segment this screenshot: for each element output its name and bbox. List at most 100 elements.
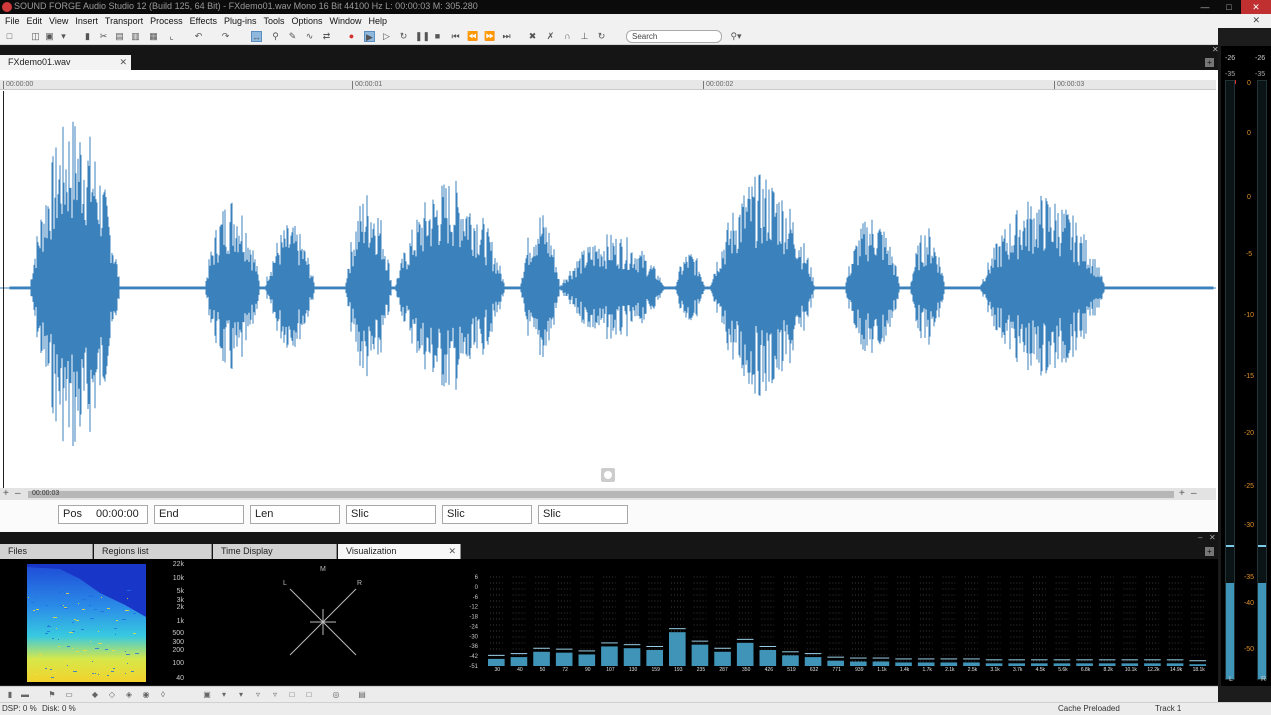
selection-tool-icon[interactable]: ▣	[202, 690, 212, 700]
zoom-fit-icon[interactable]: ◇	[107, 690, 117, 700]
end-field[interactable]: End	[154, 505, 244, 524]
cut-icon[interactable]: ✂	[98, 31, 109, 42]
open-file-icon[interactable]: ◫	[30, 31, 41, 42]
menu-insert[interactable]: Insert	[73, 16, 103, 26]
menu-tools[interactable]: Tools	[261, 16, 289, 26]
menu-options[interactable]: Options	[290, 16, 328, 26]
pause-icon[interactable]: ❚❚	[415, 31, 430, 42]
expand-icon[interactable]: +	[1205, 58, 1214, 67]
region-icon[interactable]: ↻	[596, 31, 607, 42]
close-window-icon[interactable]: ✕	[1241, 0, 1271, 14]
menu-window[interactable]: Window	[328, 16, 367, 26]
event-tool-icon[interactable]: ⇄	[321, 31, 332, 42]
magnet-icon[interactable]: ∩	[562, 31, 573, 42]
length-field[interactable]: Len	[250, 505, 340, 524]
paste-icon[interactable]: ▥	[130, 31, 141, 42]
tab-time-display[interactable]: Time Display	[213, 544, 337, 559]
insert-marker-icon[interactable]: ▮	[5, 690, 15, 700]
region-next-icon[interactable]: ▿	[270, 690, 280, 700]
dock-close-icon[interactable]: ✕	[1209, 533, 1216, 542]
copy-region-icon[interactable]: □	[304, 690, 314, 700]
flag-icon[interactable]: ⚑	[47, 690, 57, 700]
expand-icon[interactable]: +	[1205, 547, 1214, 556]
document-close-icon[interactable]: ✕	[1250, 15, 1265, 26]
loop-icon[interactable]: ↻	[398, 31, 409, 42]
document-tab[interactable]: FXdemo01.wav ✕	[0, 55, 131, 70]
horizontal-scrollbar[interactable]: + – 00:00:03 + –	[0, 488, 1216, 500]
zoom-in-icon[interactable]: +	[3, 488, 9, 500]
go-to-end-icon[interactable]: ⏭	[501, 31, 512, 42]
visualization-panel: 6 0 -6 -12 -18 -24 -30 -36 -42 -51 30 40 50 72 90 107 13…	[0, 559, 1218, 685]
slice-field-3[interactable]: Slic	[538, 505, 628, 524]
cut-region-icon[interactable]: □	[287, 690, 297, 700]
forward-icon[interactable]: ⏩	[484, 31, 495, 42]
marker-prev-icon[interactable]: ▾	[219, 690, 229, 700]
pencil-tool-icon[interactable]: ✎	[287, 31, 298, 42]
analyzer-band-peak	[578, 650, 596, 652]
edit-tool-icon[interactable]: ↔	[251, 31, 262, 42]
play-all-icon[interactable]: ▷	[381, 31, 392, 42]
trim-icon[interactable]: ▮	[82, 31, 93, 42]
snap-icon[interactable]: ✖	[527, 31, 538, 42]
rewind-icon[interactable]: ⏪	[467, 31, 478, 42]
menu-transport[interactable]: Transport	[103, 16, 148, 26]
menu-effects[interactable]: Effects	[188, 16, 222, 26]
maximize-icon[interactable]: □	[1217, 0, 1241, 14]
zoom-handle[interactable]	[601, 468, 615, 482]
redo-icon[interactable]: ↷	[220, 31, 231, 42]
tab-regions-list[interactable]: Regions list	[94, 544, 212, 559]
position-field[interactable]: Pos 00:00:00	[58, 505, 148, 524]
stop-icon[interactable]: ■	[432, 31, 443, 42]
region-prev-icon[interactable]: ▿	[253, 690, 263, 700]
new-file-icon[interactable]: □	[4, 31, 15, 42]
search-input[interactable]: Search	[626, 30, 722, 43]
menu-view[interactable]: View	[47, 16, 73, 26]
zoom-in-time-icon[interactable]: +	[1179, 488, 1185, 500]
save-icon[interactable]: ▣	[44, 31, 55, 42]
menu-help[interactable]: Help	[367, 16, 393, 26]
playback-cursor[interactable]	[3, 91, 4, 489]
menu-process[interactable]: Process	[148, 16, 188, 26]
dock-minimize-icon[interactable]: –	[1198, 533, 1202, 542]
play-icon[interactable]: ▶	[364, 31, 375, 42]
zoom-out-icon[interactable]: –	[15, 488, 21, 500]
zoom-normal-icon[interactable]: ◆	[90, 690, 100, 700]
waveform-view[interactable]	[0, 91, 1216, 489]
marker-icon[interactable]: ⊥	[579, 31, 590, 42]
close-tab-icon[interactable]: ✕	[448, 544, 456, 559]
meter-close-icon[interactable]: ✕	[1212, 45, 1219, 54]
save-dropdown-icon[interactable]: ▾	[58, 31, 69, 42]
split-icon[interactable]: ▭	[64, 690, 74, 700]
zoom-custom-icon[interactable]: ◊	[158, 690, 168, 700]
snap-zero-icon[interactable]: ✗	[545, 31, 556, 42]
close-tab-icon[interactable]: ✕	[119, 55, 127, 70]
zoom-selection-icon[interactable]: ◉	[141, 690, 151, 700]
copy-icon[interactable]: ▤	[114, 31, 125, 42]
magnify-tool-icon[interactable]: ⚲	[270, 31, 281, 42]
time-ruler[interactable]: 00:00:00 00:00:01 00:00:02 00:00:03	[0, 80, 1216, 90]
marker-next-icon[interactable]: ▾	[236, 690, 246, 700]
envelope-tool-icon[interactable]: ∿	[304, 31, 315, 42]
menu-edit[interactable]: Edit	[25, 16, 48, 26]
slice-field-2[interactable]: Slic	[442, 505, 532, 524]
menu-file[interactable]: File	[3, 16, 25, 26]
spectrum-view-icon[interactable]: ▤	[357, 690, 367, 700]
menu-plugins[interactable]: Plug-ins	[222, 16, 262, 26]
go-to-start-icon[interactable]: ⏮	[450, 31, 461, 42]
mix-icon[interactable]: ▦	[148, 31, 159, 42]
zoom-vertical-icon[interactable]: ◈	[124, 690, 134, 700]
record-icon[interactable]: ●	[346, 31, 357, 42]
search-options-icon[interactable]: ⚲▾	[728, 31, 744, 42]
tab-visualization[interactable]: Visualization ✕	[338, 544, 461, 559]
slice-field-1[interactable]: Slic	[346, 505, 436, 524]
zoom-out-time-icon[interactable]: –	[1191, 488, 1197, 500]
tab-files[interactable]: Files	[0, 544, 93, 559]
undo-icon[interactable]: ↶	[193, 31, 204, 42]
document-tab-label: FXdemo01.wav	[8, 57, 71, 67]
globe-icon[interactable]: ◎	[331, 690, 341, 700]
minimize-icon[interactable]: —	[1193, 0, 1217, 14]
scroll-thumb[interactable]	[28, 491, 1174, 498]
crop-icon[interactable]: ⌞	[166, 31, 177, 42]
analyzer-band-label: 5.6k	[1058, 667, 1068, 673]
insert-region-icon[interactable]: ▬	[20, 690, 30, 700]
